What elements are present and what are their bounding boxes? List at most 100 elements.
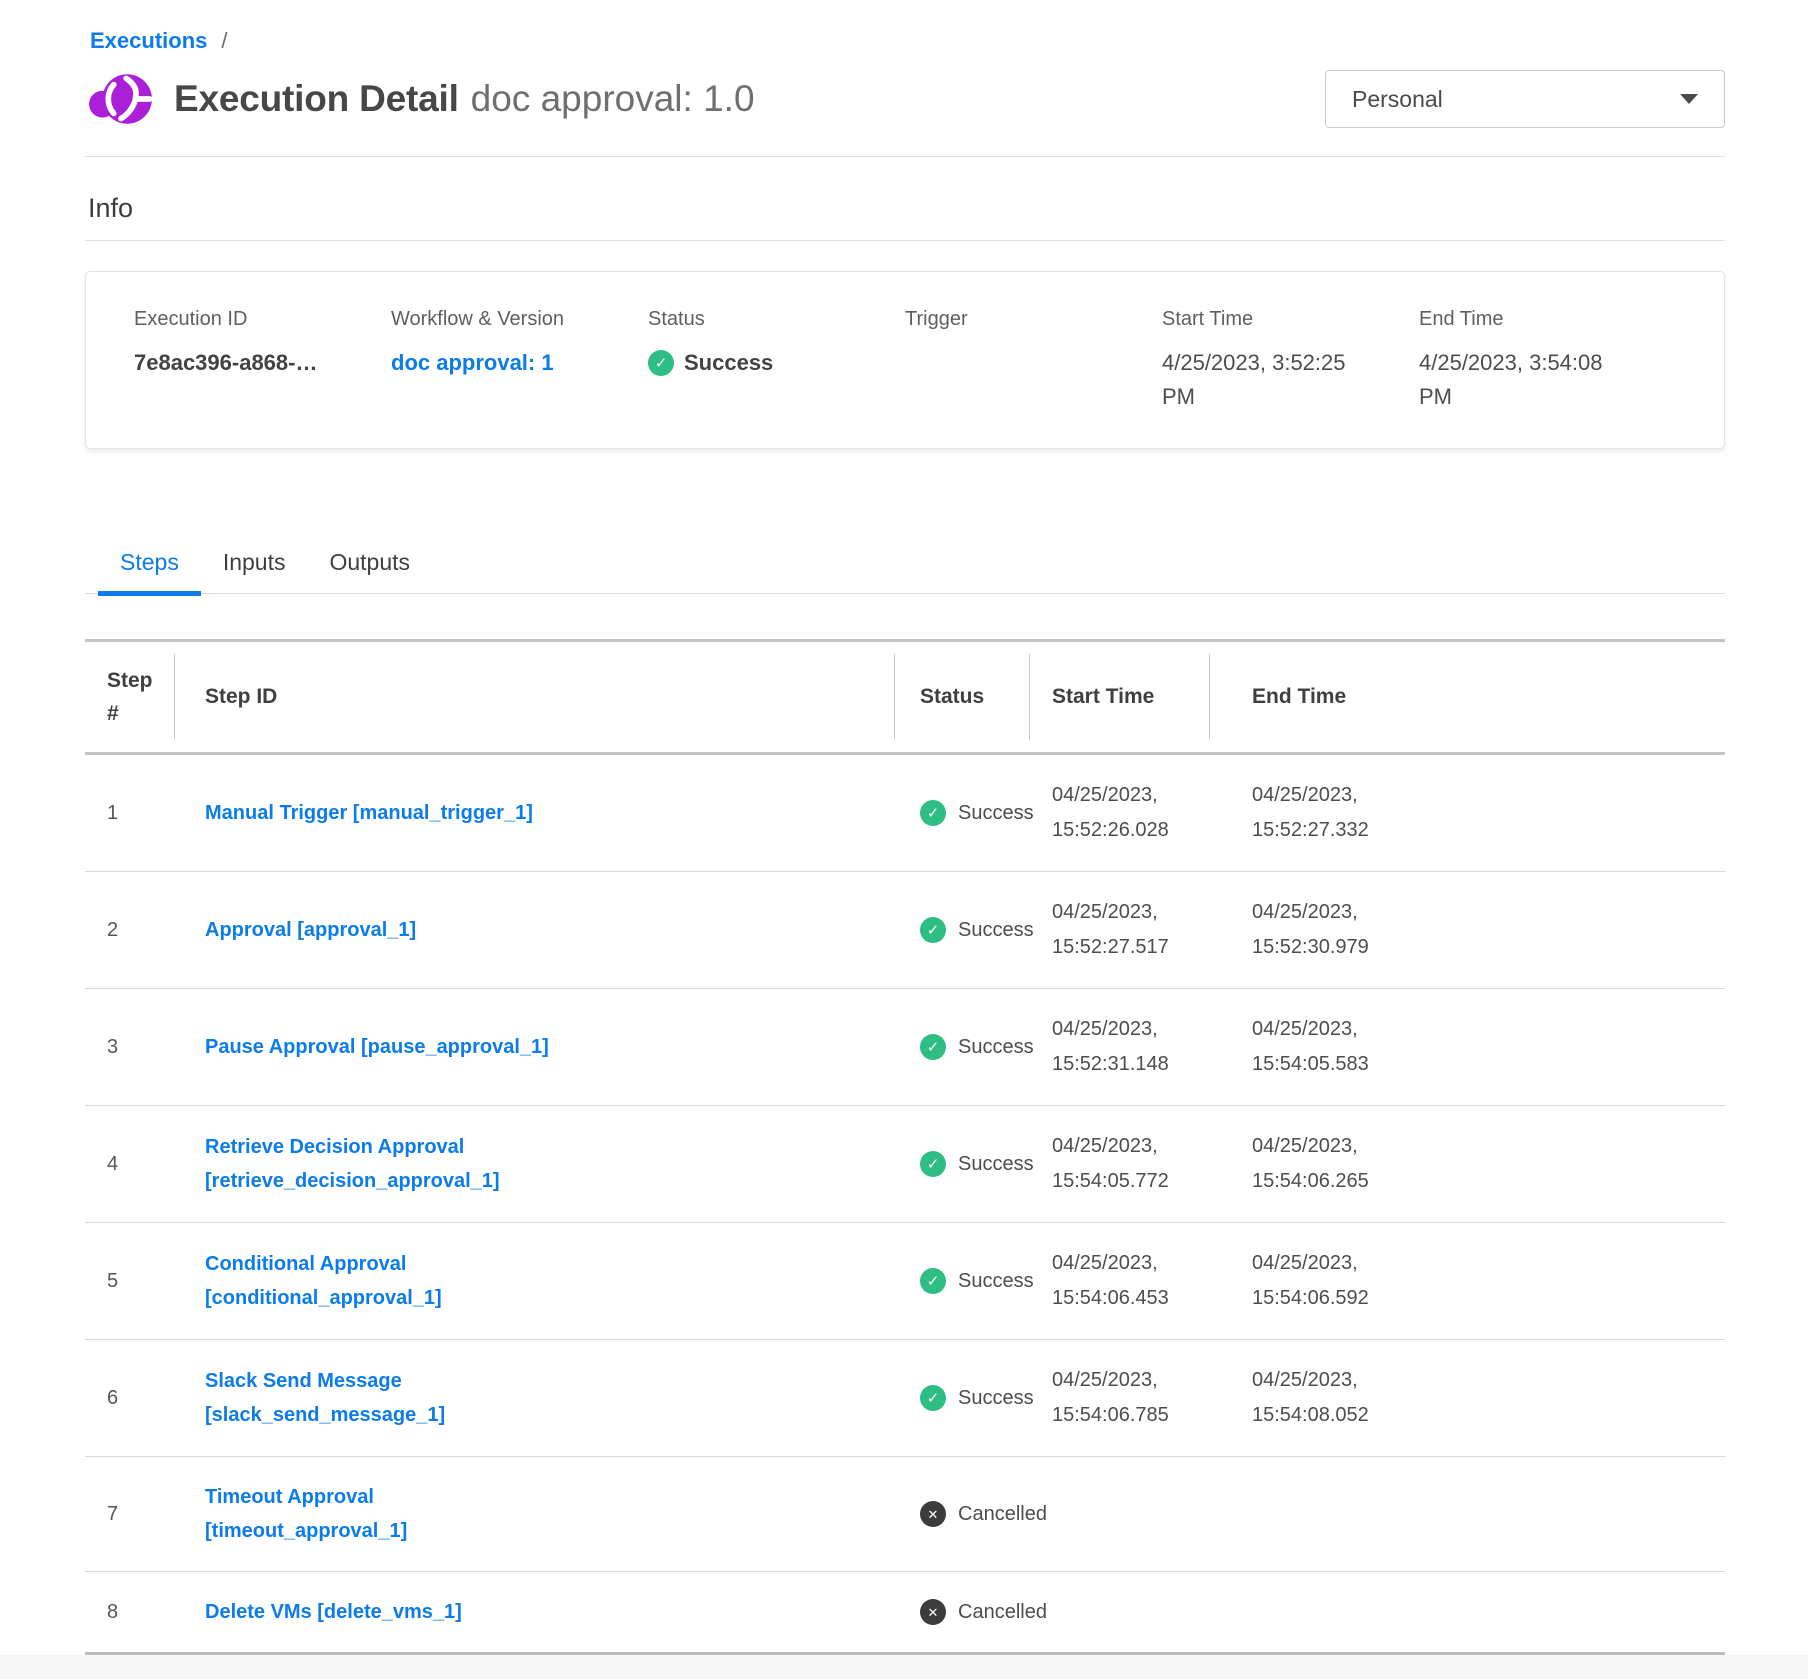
- breadcrumb-executions-link[interactable]: Executions: [90, 28, 207, 54]
- column-header-step-id: Step ID: [175, 642, 895, 752]
- info-field-value: 4/25/2023, 3:52:25 PM: [1162, 346, 1362, 414]
- workflow-execution-icon: [88, 70, 154, 128]
- page-title: Execution Detail: [174, 78, 459, 119]
- step-status-cell: ✓ Success: [895, 872, 1030, 988]
- step-number-cell: 2: [85, 872, 175, 988]
- step-status-cell: ✓ Success: [895, 1223, 1030, 1339]
- table-row: 2 Approval [approval_1] ✓ Success 04/25/…: [85, 872, 1725, 989]
- column-header-status: Status: [895, 642, 1030, 752]
- scope-dropdown-value: Personal: [1352, 86, 1443, 113]
- step-id-cell: Timeout Approval [timeout_approval_1]: [175, 1457, 895, 1571]
- tab-inputs[interactable]: Inputs: [201, 549, 308, 593]
- info-field-status: Status ✓Success: [648, 308, 905, 414]
- step-status-cell: ✓ Success: [895, 1106, 1030, 1222]
- step-start-time-cell: 04/25/2023,15:52:26.028: [1030, 755, 1210, 871]
- step-number-cell: 1: [85, 755, 175, 871]
- step-end-time-cell: [1210, 1572, 1725, 1652]
- step-id-cell: Retrieve Decision Approval [retrieve_dec…: [175, 1106, 895, 1222]
- execution-info-card: Execution ID 7e8ac396-a868-… Workflow & Ve…: [85, 271, 1725, 449]
- scope-dropdown[interactable]: Personal: [1325, 70, 1725, 128]
- step-status-cell: ✕ Cancelled: [895, 1572, 1030, 1652]
- step-id-cell: Delete VMs [delete_vms_1]: [175, 1572, 895, 1652]
- step-start-time-cell: [1030, 1457, 1210, 1571]
- step-id-cell: Approval [approval_1]: [175, 872, 895, 988]
- step-start-time-cell: 04/25/2023,15:52:31.148: [1030, 989, 1210, 1105]
- step-id-link[interactable]: Slack Send Message [slack_send_message_1…: [205, 1364, 565, 1432]
- info-field-label: Trigger: [905, 308, 1162, 331]
- step-id-link[interactable]: Timeout Approval [timeout_approval_1]: [205, 1480, 565, 1548]
- status-label: Success: [958, 1153, 1034, 1176]
- step-number-cell: 7: [85, 1457, 175, 1571]
- info-field-label: Workflow & Version: [391, 308, 648, 331]
- step-number-cell: 8: [85, 1572, 175, 1652]
- info-field-start-time: Start Time 4/25/2023, 3:52:25 PM: [1162, 308, 1419, 414]
- step-id-link[interactable]: Manual Trigger [manual_trigger_1]: [205, 796, 533, 830]
- step-id-cell: Slack Send Message [slack_send_message_1…: [175, 1340, 895, 1456]
- info-field-label: Start Time: [1162, 308, 1419, 331]
- cancelled-x-icon: ✕: [920, 1599, 946, 1625]
- table-row: 8 Delete VMs [delete_vms_1] ✕ Cancelled: [85, 1572, 1725, 1652]
- tab-steps[interactable]: Steps: [98, 549, 201, 593]
- step-end-time-cell: 04/25/2023,15:52:30.979: [1210, 872, 1725, 988]
- success-check-icon: ✓: [920, 1268, 946, 1294]
- success-check-icon: ✓: [648, 350, 674, 376]
- step-number-cell: 3: [85, 989, 175, 1105]
- execution-detail-page: Executions / Execution Detaildoc approva…: [85, 0, 1725, 1655]
- step-end-time-cell: 04/25/2023,15:54:06.265: [1210, 1106, 1725, 1222]
- success-check-icon: ✓: [920, 1151, 946, 1177]
- table-row: 5 Conditional Approval [conditional_appr…: [85, 1223, 1725, 1340]
- steps-table-header: Step #Step IDStatusStart TimeEnd Time: [85, 642, 1725, 755]
- step-status-cell: ✓ Success: [895, 1340, 1030, 1456]
- step-number-cell: 5: [85, 1223, 175, 1339]
- success-check-icon: ✓: [920, 917, 946, 943]
- success-check-icon: ✓: [920, 1385, 946, 1411]
- table-row: 4 Retrieve Decision Approval [retrieve_d…: [85, 1106, 1725, 1223]
- info-field-label: Execution ID: [134, 308, 391, 331]
- step-id-link[interactable]: Conditional Approval [conditional_approv…: [205, 1247, 565, 1315]
- step-end-time-cell: 04/25/2023,15:54:08.052: [1210, 1340, 1725, 1456]
- table-row: 1 Manual Trigger [manual_trigger_1] ✓ Su…: [85, 755, 1725, 872]
- info-field-label: Status: [648, 308, 905, 331]
- step-end-time-cell: [1210, 1457, 1725, 1571]
- step-id-link[interactable]: Pause Approval [pause_approval_1]: [205, 1030, 549, 1064]
- steps-table: Step #Step IDStatusStart TimeEnd Time 1 …: [85, 639, 1725, 1655]
- info-field-value[interactable]: doc approval: 1: [391, 346, 591, 380]
- info-section-heading: Info: [88, 193, 1725, 224]
- info-divider: [85, 240, 1725, 241]
- step-id-cell: Pause Approval [pause_approval_1]: [175, 989, 895, 1105]
- info-field-label: End Time: [1419, 308, 1676, 331]
- step-end-time-cell: 04/25/2023,15:54:06.592: [1210, 1223, 1725, 1339]
- info-field-value: ✓Success: [648, 346, 848, 380]
- step-number-cell: 4: [85, 1106, 175, 1222]
- status-label: Success: [958, 802, 1034, 825]
- step-id-cell: Manual Trigger [manual_trigger_1]: [175, 755, 895, 871]
- step-start-time-cell: 04/25/2023,15:52:27.517: [1030, 872, 1210, 988]
- step-id-link[interactable]: Retrieve Decision Approval [retrieve_dec…: [205, 1130, 565, 1198]
- table-row: 7 Timeout Approval [timeout_approval_1] …: [85, 1457, 1725, 1572]
- tab-outputs[interactable]: Outputs: [307, 549, 432, 593]
- step-start-time-cell: 04/25/2023,15:54:06.453: [1030, 1223, 1210, 1339]
- info-field-workflow-version: Workflow & Version doc approval: 1: [391, 308, 648, 414]
- steps-table-body: 1 Manual Trigger [manual_trigger_1] ✓ Su…: [85, 755, 1725, 1652]
- step-status-cell: ✕ Cancelled: [895, 1457, 1030, 1571]
- page-bottom-strip: [0, 1655, 1808, 1679]
- chevron-down-icon: [1680, 94, 1698, 104]
- page-subtitle: doc approval: 1.0: [471, 78, 755, 119]
- info-field-trigger: Trigger: [905, 308, 1162, 414]
- title-divider: [85, 156, 1725, 157]
- info-field-execution-id: Execution ID 7e8ac396-a868-…: [134, 308, 391, 414]
- cancelled-x-icon: ✕: [920, 1501, 946, 1527]
- info-field-value: 7e8ac396-a868-…: [134, 346, 334, 380]
- column-header-step-: Step #: [85, 642, 175, 752]
- step-start-time-cell: [1030, 1572, 1210, 1652]
- column-header-end-time: End Time: [1210, 642, 1725, 752]
- step-end-time-cell: 04/25/2023,15:54:05.583: [1210, 989, 1725, 1105]
- step-start-time-cell: 04/25/2023,15:54:06.785: [1030, 1340, 1210, 1456]
- step-start-time-cell: 04/25/2023,15:54:05.772: [1030, 1106, 1210, 1222]
- column-header-start-time: Start Time: [1030, 642, 1210, 752]
- step-id-link[interactable]: Delete VMs [delete_vms_1]: [205, 1595, 462, 1629]
- tabs: StepsInputsOutputs: [85, 549, 1725, 594]
- step-id-link[interactable]: Approval [approval_1]: [205, 913, 416, 947]
- step-status-cell: ✓ Success: [895, 755, 1030, 871]
- step-number-cell: 6: [85, 1340, 175, 1456]
